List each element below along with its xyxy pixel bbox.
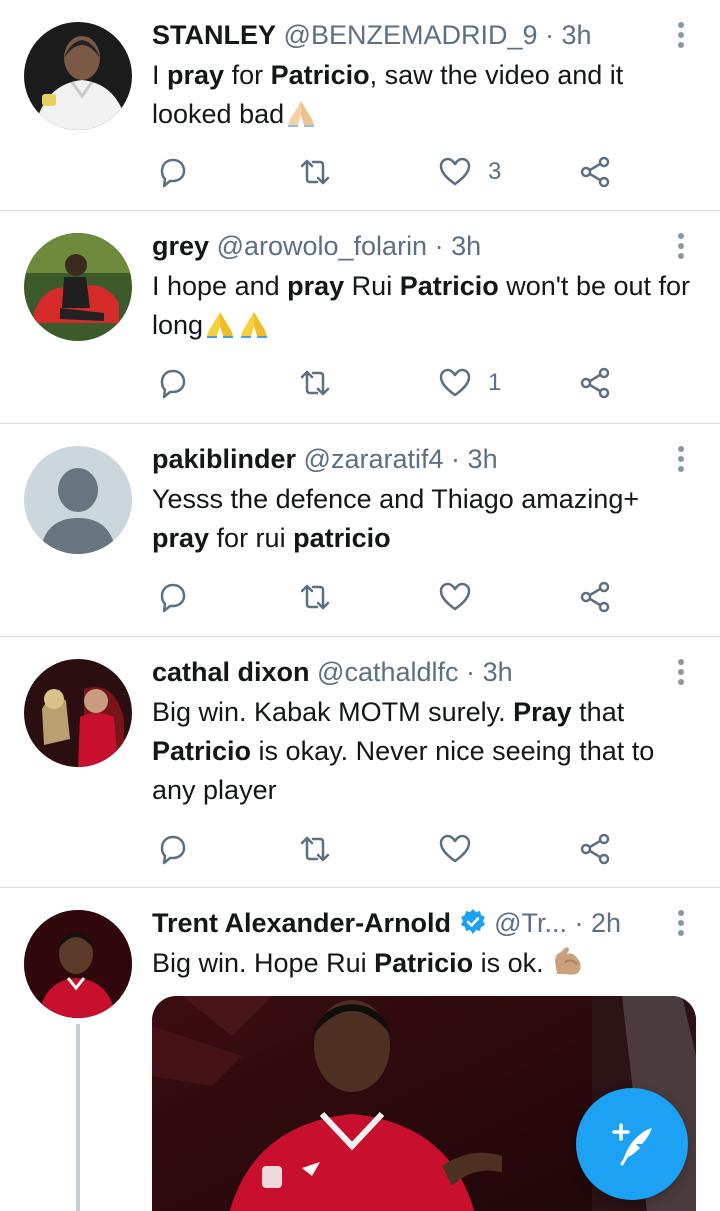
display-name[interactable]: grey — [152, 231, 209, 261]
share-button[interactable] — [578, 829, 612, 869]
retweet-icon — [300, 159, 330, 185]
tweet-header: Trent Alexander-Arnold @Tr... · 2h — [152, 906, 662, 940]
folded-hands-icon — [284, 97, 318, 138]
avatar[interactable] — [24, 910, 132, 1018]
tweet-actions: 3 — [152, 152, 632, 192]
display-name[interactable]: pakiblinder — [152, 444, 296, 474]
folded-hands-icon — [203, 308, 271, 349]
display-name[interactable]: Trent Alexander-Arnold — [152, 908, 451, 938]
retweet-icon — [300, 836, 330, 862]
more-icon[interactable] — [676, 22, 686, 48]
reply-icon — [160, 158, 186, 188]
tweet-card[interactable]: STANLEY @BENZEMADRID_9 · 3h I pray for P… — [0, 0, 720, 211]
separator-dot: · — [466, 657, 476, 687]
user-handle[interactable]: @zararatif4 — [304, 444, 444, 474]
timestamp[interactable]: 3h — [468, 444, 498, 474]
tweet-header: cathal dixon @cathaldlfc · 3h — [152, 655, 662, 689]
timestamp[interactable]: 3h — [451, 231, 481, 261]
tweet-text: Big win. Hope Rui Patricio is ok. — [152, 944, 696, 987]
reply-icon — [160, 369, 186, 399]
more-icon[interactable] — [676, 659, 686, 685]
more-icon[interactable] — [676, 910, 686, 936]
like-button[interactable]: 3 — [438, 152, 501, 192]
like-count: 3 — [488, 158, 502, 185]
share-button[interactable] — [578, 363, 612, 403]
retweet-button[interactable] — [298, 152, 332, 192]
retweet-button[interactable] — [298, 829, 332, 869]
avatar[interactable] — [24, 22, 132, 130]
thread-connector — [76, 1024, 80, 1211]
like-icon — [439, 157, 471, 186]
avatar[interactable] — [24, 446, 132, 554]
share-icon — [580, 833, 610, 865]
tweet-actions: 1 — [152, 363, 632, 403]
reply-button[interactable] — [156, 577, 190, 617]
reply-icon — [160, 583, 186, 613]
tweet-text: I pray for Patricio, saw the video and i… — [152, 56, 696, 138]
share-button[interactable] — [578, 152, 612, 192]
user-handle[interactable]: @arowolo_folarin — [217, 231, 428, 261]
tweet-header: pakiblinder @zararatif4 · 3h — [152, 442, 662, 476]
timestamp[interactable]: 3h — [483, 657, 513, 687]
reply-button[interactable] — [156, 152, 190, 192]
like-button[interactable] — [438, 577, 472, 617]
verified-icon — [459, 908, 487, 936]
tweet-text: Big win. Kabak MOTM surely. Pray that Pa… — [152, 697, 655, 805]
tweet-card[interactable]: cathal dixon @cathaldlfc · 3h Big win. K… — [0, 637, 720, 888]
tweet-header: STANLEY @BENZEMADRID_9 · 3h — [152, 18, 662, 52]
retweet-button[interactable] — [298, 577, 332, 617]
more-icon[interactable] — [676, 446, 686, 472]
tweet-card[interactable]: grey @arowolo_folarin · 3h I hope and pr… — [0, 211, 720, 424]
tweet-text: Yesss the defence and Thiago amazing+ pr… — [152, 484, 640, 553]
tweet-actions — [152, 577, 632, 617]
reply-button[interactable] — [156, 363, 190, 403]
share-button[interactable] — [578, 577, 612, 617]
flexed-biceps-icon — [551, 944, 585, 987]
user-handle[interactable]: @BENZEMADRID_9 — [284, 20, 538, 50]
retweet-icon — [300, 370, 330, 396]
tweet-actions — [152, 829, 632, 869]
display-name[interactable]: cathal dixon — [152, 657, 310, 687]
tweet-header: grey @arowolo_folarin · 3h — [152, 229, 662, 263]
like-icon — [439, 368, 471, 397]
separator-dot: · — [434, 231, 444, 261]
retweet-button[interactable] — [298, 363, 332, 403]
share-icon — [580, 367, 610, 399]
like-button[interactable]: 1 — [438, 363, 501, 403]
retweet-icon — [300, 584, 330, 610]
avatar[interactable] — [24, 233, 132, 341]
like-icon — [439, 582, 471, 611]
reply-icon — [160, 835, 186, 865]
share-icon — [580, 156, 610, 188]
like-count: 1 — [488, 369, 502, 396]
separator-dot: · — [545, 20, 555, 50]
tweet-text: I hope and pray Rui Patricio won't be ou… — [152, 267, 696, 349]
compose-tweet-button[interactable] — [576, 1088, 688, 1200]
avatar[interactable] — [24, 659, 132, 767]
like-icon — [439, 834, 471, 863]
compose-icon — [612, 1123, 652, 1166]
display-name[interactable]: STANLEY — [152, 20, 276, 50]
timestamp[interactable]: 2h — [591, 908, 621, 938]
like-button[interactable] — [438, 829, 472, 869]
timeline-feed: STANLEY @BENZEMADRID_9 · 3h I pray for P… — [0, 0, 720, 1211]
user-handle[interactable]: @Tr... — [494, 908, 567, 938]
reply-button[interactable] — [156, 829, 190, 869]
share-icon — [580, 581, 610, 613]
separator-dot: · — [574, 908, 584, 938]
separator-dot: · — [451, 444, 461, 474]
more-icon[interactable] — [676, 233, 686, 259]
timestamp[interactable]: 3h — [562, 20, 592, 50]
user-handle[interactable]: @cathaldlfc — [317, 657, 458, 687]
tweet-card[interactable]: pakiblinder @zararatif4 · 3h Yesss the d… — [0, 424, 720, 637]
